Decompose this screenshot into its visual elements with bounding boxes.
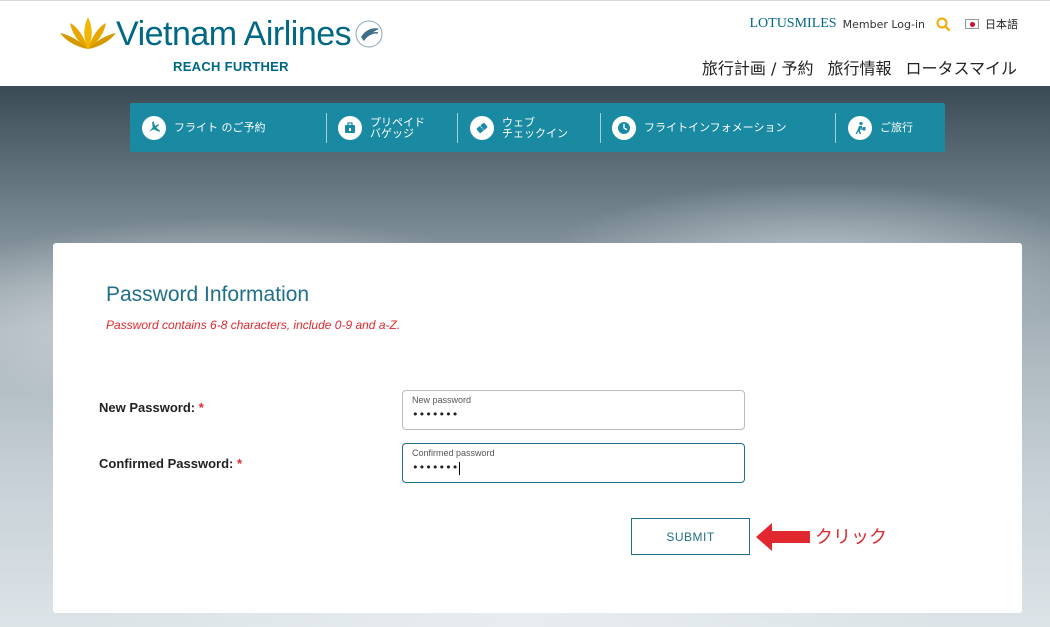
service-nav-label: フライトインフォメーション: [644, 121, 787, 134]
search-icon[interactable]: [935, 16, 951, 32]
main-nav: 旅行計画 / 予約 旅行情報 ロータスマイル: [702, 55, 1017, 79]
service-nav-label: ウェブ チェックイン: [502, 115, 568, 140]
ticket-icon: [470, 115, 494, 140]
main-nav-item-lotusmiles[interactable]: ロータスマイル: [905, 55, 1017, 79]
new-password-label: New Password: *: [99, 400, 204, 415]
plane-icon: [142, 115, 166, 140]
required-mark: *: [236, 456, 243, 471]
clock-icon: [612, 115, 636, 140]
service-nav-item-prepaid-baggage[interactable]: プリペイド バゲッジ: [338, 103, 425, 152]
submit-button[interactable]: SUBMIT: [631, 518, 750, 555]
confirmed-password-label: Confirmed Password: *: [99, 456, 242, 471]
confirmed-password-placeholder: Confirmed password: [412, 448, 495, 458]
language-selector[interactable]: 日本語: [985, 16, 1018, 32]
traveler-icon: [848, 115, 872, 140]
new-password-label-text: New Password:: [99, 400, 196, 415]
required-mark: *: [198, 400, 204, 415]
brand-name: Vietnam Airlines: [116, 15, 352, 53]
member-login-link[interactable]: Member Log-in: [843, 18, 925, 31]
service-nav-item-flight-information[interactable]: フライトインフォメーション: [612, 103, 786, 152]
lotus-logo-icon: [60, 17, 116, 49]
skyteam-emblem-icon: [355, 20, 383, 48]
confirmed-password-field[interactable]: Confirmed password •••••••: [402, 443, 745, 483]
confirmed-password-label-text: Confirmed Password:: [99, 456, 234, 471]
service-nav-item-flight-booking[interactable]: フライト のご予約: [142, 103, 266, 152]
baggage-icon: [338, 115, 362, 140]
site-header: Vietnam Airlines REACH FURTHER LOTUSMILE…: [0, 0, 1050, 86]
service-nav-label: フライト のご予約: [174, 121, 266, 134]
new-password-field[interactable]: New password •••••••: [402, 390, 745, 430]
nav-divider: [600, 113, 601, 143]
brand-tagline: REACH FURTHER: [173, 59, 289, 74]
nav-divider: [835, 113, 836, 143]
password-card: Password Information Password contains 6…: [53, 243, 1022, 613]
confirmed-password-value-wrap: •••••••: [412, 461, 461, 475]
service-nav-item-web-checkin[interactable]: ウェブ チェックイン: [470, 103, 568, 152]
password-hint: Password contains 6-8 characters, includ…: [106, 318, 401, 332]
nav-divider: [457, 113, 458, 143]
click-annotation-label: クリック: [815, 527, 887, 548]
confirmed-password-value: •••••••: [412, 461, 459, 474]
japan-flag-icon[interactable]: [965, 19, 979, 29]
page-title: Password Information: [106, 283, 310, 306]
main-nav-item-travel-info[interactable]: 旅行情報: [827, 55, 891, 79]
brand-logo[interactable]: Vietnam Airlines REACH FURTHER: [58, 9, 418, 79]
nav-divider: [326, 113, 327, 143]
new-password-placeholder: New password: [412, 395, 472, 405]
service-nav-label: プリペイド バゲッジ: [370, 115, 425, 140]
new-password-value: •••••••: [412, 408, 459, 421]
service-nav-label: ご旅行: [880, 121, 913, 134]
top-utility-bar: LOTUSMILES Member Log-in 日本語: [749, 16, 1018, 32]
main-nav-item-plan-book[interactable]: 旅行計画 / 予約: [702, 55, 814, 79]
service-nav: フライト のご予約 プリペイド バゲッジ ウェブ チェックイン フライトインフォ…: [130, 103, 945, 152]
lotusmiles-brand[interactable]: LOTUSMILES: [749, 16, 836, 32]
service-nav-item-your-trip[interactable]: ご旅行: [848, 103, 913, 152]
red-arrow-annotation-icon: [756, 523, 810, 551]
text-caret: [459, 461, 461, 475]
